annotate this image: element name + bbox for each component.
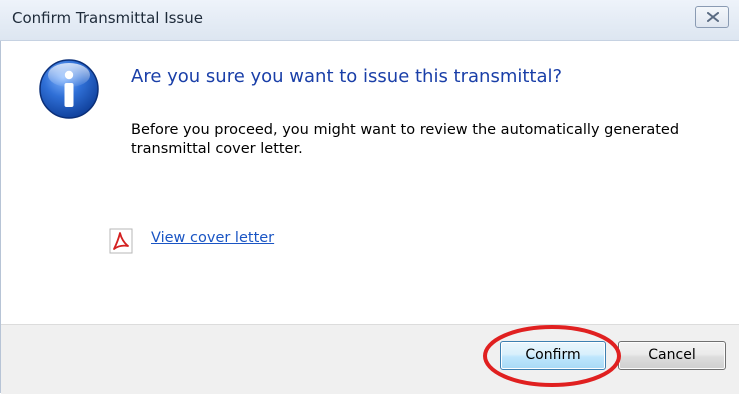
- close-button[interactable]: [695, 6, 729, 28]
- confirmation-heading: Are you sure you want to issue this tran…: [131, 66, 563, 87]
- confirm-transmittal-dialog: Confirm Transmittal Issue Are you sure y…: [0, 0, 739, 394]
- cancel-button[interactable]: Cancel: [618, 341, 726, 370]
- close-icon: [707, 12, 719, 22]
- confirm-button[interactable]: Confirm: [500, 341, 606, 370]
- confirmation-body-text: Before you proceed, you might want to re…: [131, 122, 680, 157]
- title-bar: Confirm Transmittal Issue: [0, 0, 739, 41]
- info-icon: [39, 59, 99, 119]
- pdf-icon: [109, 228, 133, 254]
- window-title: Confirm Transmittal Issue: [12, 9, 203, 27]
- view-cover-letter-link[interactable]: View cover letter: [151, 230, 274, 246]
